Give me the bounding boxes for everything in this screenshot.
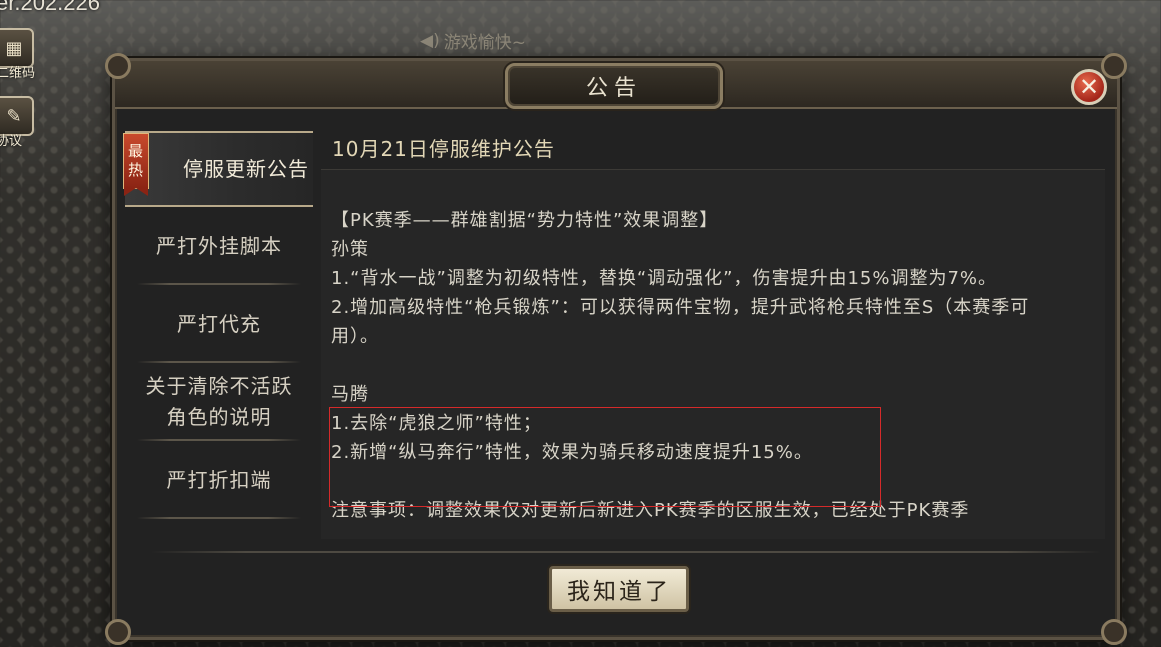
tab-anti-proxy-recharge[interactable]: 严打代充 — [125, 285, 313, 363]
marquee-bar: ◀) 游戏愉快~ — [420, 28, 526, 54]
tab-label: 严打折扣端 — [166, 467, 272, 492]
announcement-tab-list: 最 热 停服更新公告 严打外挂脚本 严打代充 关于清除不活跃角色的说明 严打折扣… — [123, 131, 313, 519]
qr-code-icon: ▦ — [5, 37, 23, 59]
tab-label: 停服更新公告 — [183, 156, 309, 181]
corner-ornament — [105, 619, 131, 645]
tab-label: 严打外挂脚本 — [156, 233, 282, 258]
qr-code-label: 二维码 — [0, 66, 36, 81]
close-icon: ✕ — [1078, 73, 1100, 101]
close-button[interactable]: ✕ — [1071, 69, 1107, 105]
pen-icon: ✎ — [6, 105, 22, 127]
corner-ornament — [105, 53, 131, 79]
tab-anti-discount-client[interactable]: 严打折扣端 — [125, 441, 313, 519]
footer-divider — [151, 551, 1101, 553]
tab-maintenance-update[interactable]: 最 热 停服更新公告 — [123, 131, 313, 207]
version-text: er.202.226 — [0, 0, 100, 15]
agreement-label: 协议 — [0, 134, 23, 149]
speaker-icon: ◀) — [420, 30, 440, 51]
tab-label: 关于清除不活跃角色的说明 — [145, 374, 293, 429]
tab-inactive-roles[interactable]: 关于清除不活跃角色的说明 — [125, 363, 313, 441]
highlight-annotation-box — [329, 407, 881, 507]
corner-ornament — [1101, 619, 1127, 645]
tab-anti-cheat[interactable]: 严打外挂脚本 — [125, 207, 313, 285]
acknowledge-button[interactable]: 我知道了 — [549, 566, 689, 612]
announcement-title: 10月21日停服维护公告 — [332, 137, 555, 161]
announcement-dialog: 公告 ✕ 最 热 停服更新公告 严打外挂脚本 严打代充 关于清除不活跃角色的说明… — [105, 53, 1127, 645]
marquee-text: 游戏愉快~ — [443, 33, 526, 53]
hot-badge: 最 热 — [123, 133, 149, 196]
paragraph: 【PK赛季——群雄割据“势力特性”效果调整】 孙策 1.“背水一战”调整为初级特… — [331, 210, 1030, 347]
corner-ornament — [1101, 53, 1127, 79]
dialog-title: 公告 — [585, 76, 642, 101]
tab-label: 严打代充 — [177, 311, 261, 336]
dialog-title-plate: 公告 — [505, 63, 723, 109]
